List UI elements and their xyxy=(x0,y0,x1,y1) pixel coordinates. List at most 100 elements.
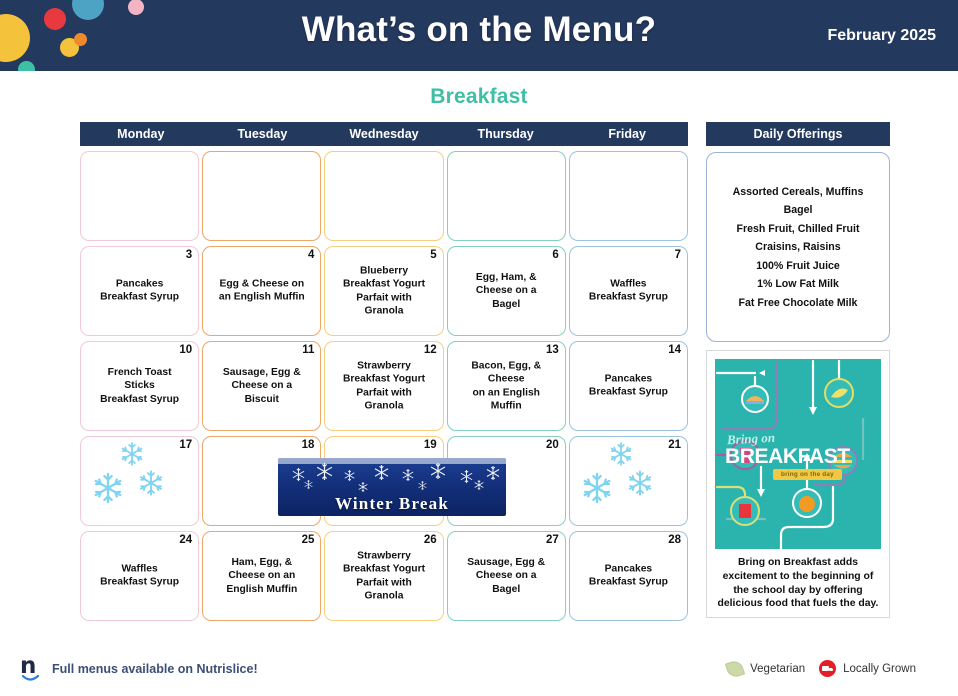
snowflake-icon xyxy=(121,442,143,466)
menu-item-text: Egg & Cheese on an English Muffin xyxy=(218,278,305,303)
snowflake-icon xyxy=(628,470,651,496)
daily-offering-item: Fresh Fruit, Chilled Fruit xyxy=(736,222,860,235)
calendar-day-cell[interactable] xyxy=(446,151,566,241)
day-number: 20 xyxy=(546,439,559,451)
calendar-day-cell[interactable]: 14 Pancakes Breakfast Syrup xyxy=(568,341,689,431)
day-number: 24 xyxy=(179,534,193,546)
day-header-friday: Friday xyxy=(608,127,646,141)
legend-label-vegetarian: Vegetarian xyxy=(750,662,806,675)
legend-item-vegetarian: Vegetarian xyxy=(725,658,806,679)
menu-item-text: Ham, Egg, & Cheese on an English Muffin xyxy=(226,556,298,595)
calendar-day-cell[interactable]: 26 Strawberry Breakfast Yogurt Parfait with… xyxy=(324,531,444,621)
meal-title: Breakfast xyxy=(430,85,528,108)
calendar-day-cell[interactable]: 27 Sausage, Egg & Cheese on a Bagel xyxy=(446,531,566,621)
calendar-day-cell[interactable]: 6 Egg, Ham, & Cheese on a Bagel xyxy=(446,246,566,336)
calendar-day-headers: Monday Tuesday Wednesday Thursday Friday xyxy=(80,122,688,146)
day-number: 7 xyxy=(674,249,682,261)
winter-break-banner: Winter Break xyxy=(278,458,506,516)
calendar-day-cell[interactable] xyxy=(324,151,444,241)
calendar-day-cell[interactable]: 25 Ham, Egg, & Cheese on an English Muffin xyxy=(202,531,322,621)
promo-panel: Bring on BREAKFAST bring on the day Brin… xyxy=(706,350,890,619)
menu-item-text: Strawberry Breakfast Yogurt Parfait with Gr… xyxy=(342,360,426,412)
legend-label-locally-grown: Locally Grown xyxy=(843,662,916,675)
calendar: Monday Tuesday Wednesday Thursday Friday… xyxy=(80,122,689,621)
nutrislice-label: Full menus available on Nutrislice! xyxy=(52,662,258,676)
calendar-day-cell[interactable]: 3 Pancakes Breakfast Syrup xyxy=(80,246,200,336)
day-number: 17 xyxy=(179,439,193,451)
calendar-day-cell[interactable]: 7 Waffles Breakfast Syrup xyxy=(568,246,689,336)
menu-item-text: Bacon, Egg, & Cheese on an English Muffin xyxy=(471,360,542,412)
decorative-dot xyxy=(18,61,35,71)
day-header-tuesday: Tuesday xyxy=(237,127,288,141)
calendar-day-cell[interactable]: 5 Blueberry Breakfast Yogurt Parfait with Gr… xyxy=(324,246,444,336)
menu-item-text: Sausage, Egg & Cheese on a Bagel xyxy=(467,556,546,595)
nutrislice-link[interactable]: n Full menus available on Nutrislice! xyxy=(20,653,258,682)
day-header-wednesday: Wednesday xyxy=(349,127,419,141)
day-number: 26 xyxy=(423,534,437,546)
menu-item-text: Sausage, Egg & Cheese on a Biscuit xyxy=(222,366,301,405)
day-header-monday: Monday xyxy=(117,127,165,141)
calendar-week-row: 10 French Toast Sticks Breakfast Syrup 11 Sau… xyxy=(80,341,689,431)
daily-offerings-list: Assorted Cereals, Muffins Bagel Fresh Frui… xyxy=(706,152,890,342)
daily-offerings-panel: Daily Offerings Assorted Cereals, Muffin… xyxy=(706,122,890,342)
day-number: 28 xyxy=(668,534,682,546)
day-number: 6 xyxy=(552,249,559,261)
calendar-day-cell[interactable]: 21 xyxy=(568,436,689,526)
winter-break-label: Winter Break xyxy=(334,494,450,513)
snowflake-icon xyxy=(94,472,122,504)
menu-item-text: Pancakes Breakfast Syrup xyxy=(588,373,668,398)
promo-sub-text: bring on the day xyxy=(773,469,842,480)
calendar-week-row: 17 18 19 20 21 Winter Break xyxy=(80,436,689,526)
menu-item-text: Pancakes Breakfast Syrup xyxy=(100,278,180,303)
promo-caption: Bring on Breakfast adds excitement to th… xyxy=(717,557,879,610)
day-number: 18 xyxy=(301,439,315,451)
calendar-day-cell[interactable]: 4 Egg & Cheese on an English Muffin xyxy=(202,246,322,336)
daily-offering-item: Fat Free Chocolate Milk xyxy=(738,296,858,309)
day-number: 13 xyxy=(546,344,559,356)
truck-icon xyxy=(819,660,837,677)
daily-offering-item: Assorted Cereals, Muffins xyxy=(732,185,864,198)
daily-offering-item: Bagel xyxy=(783,204,813,216)
calendar-day-cell[interactable] xyxy=(568,151,689,241)
calendar-day-cell[interactable] xyxy=(202,151,322,241)
month-label: February 2025 xyxy=(827,27,936,44)
calendar-weeks: 3 Pancakes Breakfast Syrup 4 Egg & Cheese on… xyxy=(80,151,689,621)
calendar-day-cell[interactable]: 13 Bacon, Egg, & Cheese on an English Muffin xyxy=(446,341,566,431)
leaf-icon xyxy=(725,658,746,679)
calendar-day-cell[interactable]: 28 Pancakes Breakfast Syrup xyxy=(568,531,689,621)
calendar-day-cell[interactable] xyxy=(80,151,200,241)
calendar-week-row: 3 Pancakes Breakfast Syrup 4 Egg & Cheese on… xyxy=(80,246,689,336)
menu-item-text: Blueberry Breakfast Yogurt Parfait with Gra… xyxy=(342,265,426,317)
daily-offering-item: Craisins, Raisins xyxy=(755,241,841,253)
snowflake-icon xyxy=(583,472,611,504)
calendar-day-cell[interactable]: 12 Strawberry Breakfast Yogurt Parfait with… xyxy=(324,341,444,431)
legend-item-locally-grown: Locally Grown xyxy=(819,660,916,677)
calendar-week-row: 24 Waffles Breakfast Syrup 25 Ham, Egg, & Che… xyxy=(80,531,689,621)
promo-main-text: BREAKFAST xyxy=(725,445,850,468)
legend: Vegetarian Locally Grown xyxy=(725,658,916,679)
calendar-day-cell[interactable]: 10 French Toast Sticks Breakfast Syrup xyxy=(80,341,200,431)
daily-offering-item: 1% Low Fat Milk xyxy=(757,278,839,290)
page-header: What’s on the Menu? February 2025 xyxy=(0,0,958,71)
page-footer: n Full menus available on Nutrislice! Ve… xyxy=(0,648,958,696)
calendar-day-cell[interactable]: 11 Sausage, Egg & Cheese on a Biscuit xyxy=(202,341,322,431)
day-number: 10 xyxy=(179,344,193,356)
calendar-day-cell[interactable]: 24 Waffles Breakfast Syrup xyxy=(80,531,200,621)
calendar-day-cell[interactable]: 17 xyxy=(80,436,200,526)
snowflake-icon xyxy=(610,442,632,466)
menu-item-text: Waffles Breakfast Syrup xyxy=(588,278,668,303)
day-number: 25 xyxy=(301,534,315,546)
day-number: 11 xyxy=(302,344,315,356)
day-number: 27 xyxy=(546,534,559,546)
day-header-thursday: Thursday xyxy=(477,127,534,141)
nutrislice-logo-icon: n xyxy=(20,653,40,681)
daily-offerings-title: Daily Offerings xyxy=(706,122,890,146)
menu-page: What’s on the Menu? February 2025 Breakf… xyxy=(0,0,958,696)
bring-on-breakfast-image: Bring on BREAKFAST bring on the day xyxy=(715,359,881,549)
day-number: 12 xyxy=(423,344,437,356)
day-number: 5 xyxy=(430,249,437,261)
page-title: What’s on the Menu? xyxy=(301,10,657,49)
day-number: 21 xyxy=(668,439,682,451)
menu-item-text: French Toast Sticks Breakfast Syrup xyxy=(100,366,180,405)
day-number: 4 xyxy=(308,249,315,261)
